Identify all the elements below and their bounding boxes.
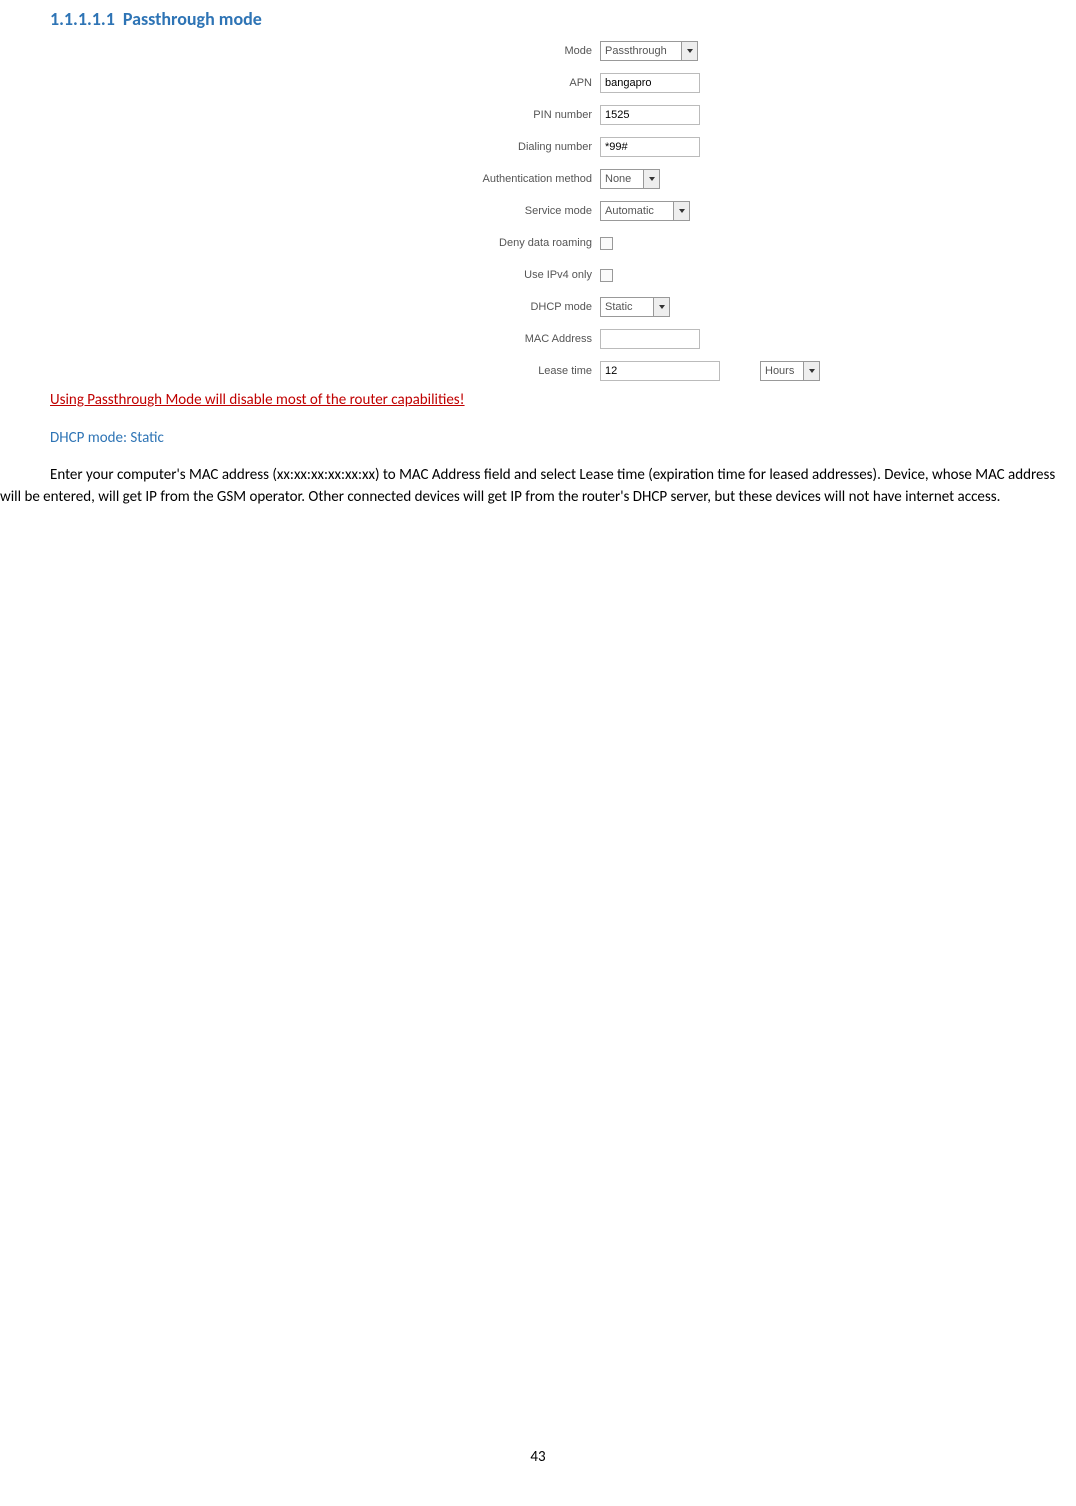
- label-pin: PIN number: [430, 109, 600, 121]
- chevron-down-icon[interactable]: [643, 170, 659, 188]
- pin-input[interactable]: [600, 105, 700, 125]
- dhcp-select[interactable]: Static: [600, 297, 670, 317]
- row-service: Service mode Automatic: [430, 199, 1076, 223]
- row-roaming: Deny data roaming: [430, 231, 1076, 255]
- row-dialing: Dialing number: [430, 135, 1076, 159]
- row-lease: Lease time Hours: [430, 359, 1076, 383]
- row-apn: APN: [430, 71, 1076, 95]
- label-dialing: Dialing number: [430, 141, 600, 153]
- warning-text: Using Passthrough Mode will disable most…: [50, 391, 1076, 409]
- mode-select[interactable]: Passthrough: [600, 41, 698, 61]
- auth-value: None: [605, 173, 637, 185]
- page-number: 43: [0, 1448, 1076, 1466]
- chevron-down-icon[interactable]: [681, 42, 697, 60]
- label-auth: Authentication method: [430, 173, 600, 185]
- dialing-input[interactable]: [600, 137, 700, 157]
- chevron-down-icon[interactable]: [653, 298, 669, 316]
- dhcp-value: Static: [605, 301, 639, 313]
- label-lease: Lease time: [430, 365, 600, 377]
- label-ipv4: Use IPv4 only: [430, 269, 600, 281]
- dhcp-subheading: DHCP mode: Static: [50, 429, 1076, 447]
- settings-form: Mode Passthrough APN PIN number Dialing …: [430, 39, 1076, 383]
- body-paragraph: Enter your computer's MAC address (xx:xx…: [0, 465, 1076, 509]
- auth-select[interactable]: None: [600, 169, 660, 189]
- row-ipv4: Use IPv4 only: [430, 263, 1076, 287]
- mac-input[interactable]: [600, 329, 700, 349]
- service-select[interactable]: Automatic: [600, 201, 690, 221]
- lease-unit-value: Hours: [765, 365, 800, 377]
- row-mode: Mode Passthrough: [430, 39, 1076, 63]
- apn-input[interactable]: [600, 73, 700, 93]
- row-dhcp: DHCP mode Static: [430, 295, 1076, 319]
- label-mac: MAC Address: [430, 333, 600, 345]
- section-title: Passthrough mode: [123, 8, 262, 30]
- mode-value: Passthrough: [605, 45, 673, 57]
- label-roaming: Deny data roaming: [430, 237, 600, 249]
- service-value: Automatic: [605, 205, 660, 217]
- section-number: 1.1.1.1.1: [50, 8, 115, 30]
- label-mode: Mode: [430, 45, 600, 57]
- lease-input[interactable]: [600, 361, 720, 381]
- row-auth: Authentication method None: [430, 167, 1076, 191]
- chevron-down-icon[interactable]: [673, 202, 689, 220]
- row-pin: PIN number: [430, 103, 1076, 127]
- label-apn: APN: [430, 77, 600, 89]
- row-mac: MAC Address: [430, 327, 1076, 351]
- chevron-down-icon[interactable]: [803, 362, 819, 380]
- ipv4-checkbox[interactable]: [600, 269, 613, 282]
- body-content: Enter your computer's MAC address (xx:xx…: [0, 466, 1055, 506]
- label-service: Service mode: [430, 205, 600, 217]
- roaming-checkbox[interactable]: [600, 237, 613, 250]
- lease-unit-select[interactable]: Hours: [760, 361, 820, 381]
- section-heading: 1.1.1.1.1 Passthrough mode: [0, 0, 1076, 34]
- label-dhcp: DHCP mode: [430, 301, 600, 313]
